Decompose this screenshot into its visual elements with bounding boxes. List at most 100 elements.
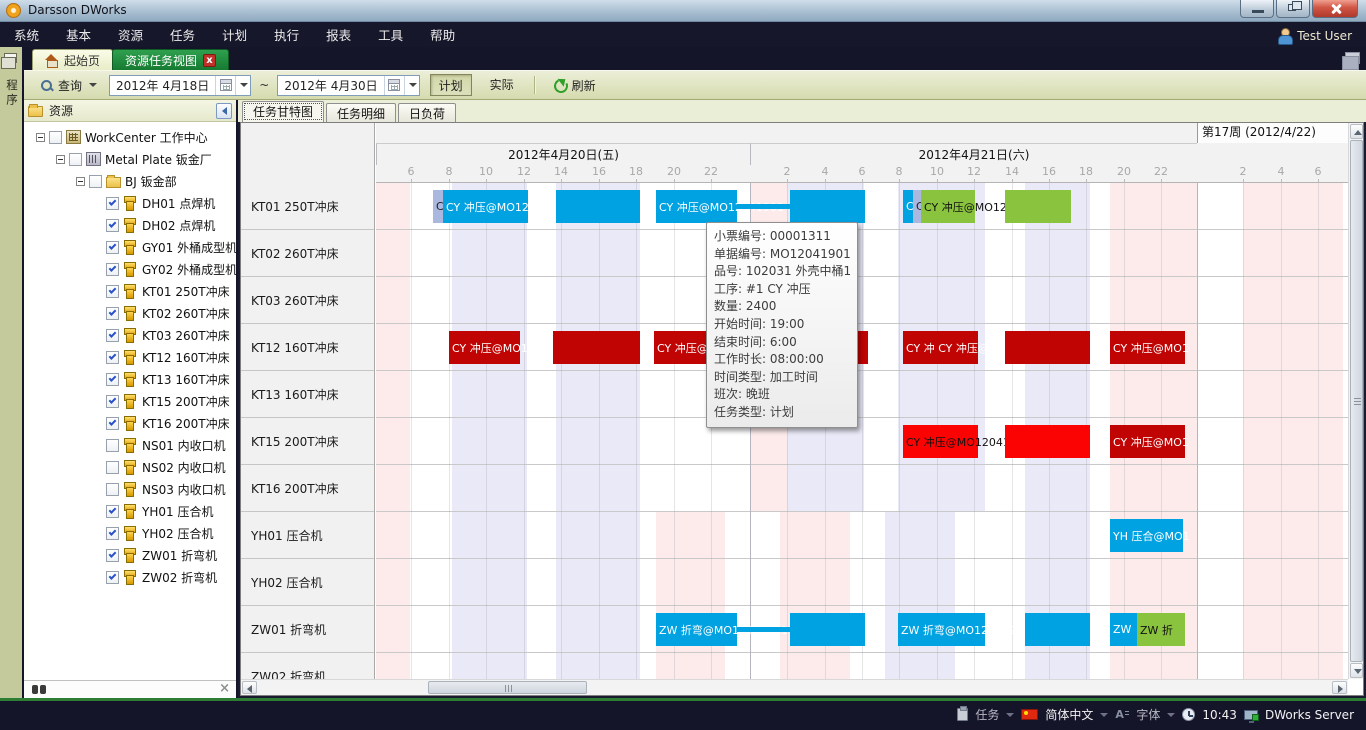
checkbox[interactable] — [106, 395, 119, 408]
find-icon[interactable] — [32, 685, 46, 694]
checkbox[interactable] — [106, 527, 119, 540]
task-bar[interactable]: CY 冲压@MO12041904 — [449, 331, 520, 364]
date-to-dropdown[interactable] — [404, 76, 419, 95]
task-bar[interactable]: CY 冲压@MO1 — [1110, 425, 1185, 458]
query-button[interactable]: 查询 — [34, 75, 103, 96]
checkbox[interactable] — [106, 307, 119, 320]
vertical-scroll-thumb[interactable] — [1350, 140, 1363, 662]
scroll-up-button[interactable] — [1350, 124, 1363, 139]
tree-item[interactable]: KT16 200T冲床 — [24, 412, 236, 434]
view-tab-1[interactable]: 任务明细 — [326, 103, 396, 122]
checkbox[interactable] — [89, 175, 102, 188]
chevron-down-icon[interactable] — [1006, 713, 1014, 717]
task-bar[interactable] — [1005, 331, 1090, 364]
status-language-label[interactable]: 简体中文 — [1045, 706, 1093, 723]
task-bar[interactable] — [1005, 425, 1090, 458]
checkbox[interactable] — [106, 417, 119, 430]
tree-item[interactable]: Metal Plate 钣金厂 — [24, 148, 236, 170]
task-bar[interactable]: CY 冲压@MO12041901 — [443, 190, 528, 223]
checkbox[interactable] — [106, 571, 119, 584]
tree-item[interactable]: ZW02 折弯机 — [24, 566, 236, 588]
task-bar[interactable] — [737, 204, 790, 209]
tree-item[interactable]: YH01 压合机 — [24, 500, 236, 522]
refresh-button[interactable]: 刷新 — [547, 75, 602, 96]
scroll-down-button[interactable] — [1350, 663, 1363, 678]
tree-item[interactable]: KT15 200T冲床 — [24, 390, 236, 412]
task-bar[interactable]: ZW 折 — [1137, 613, 1185, 646]
chevron-down-icon[interactable] — [1100, 713, 1108, 717]
task-bar[interactable]: ZW 折弯@MO12041901 — [656, 613, 737, 646]
vertical-scrollbar[interactable] — [1348, 123, 1363, 679]
tree-item[interactable]: KT02 260T冲床 — [24, 302, 236, 324]
task-bar[interactable]: ZW — [1110, 613, 1137, 646]
actual-toggle-button[interactable]: 实际 — [482, 74, 522, 96]
date-from-dropdown[interactable] — [235, 76, 250, 95]
checkbox[interactable] — [106, 373, 119, 386]
task-bar[interactable] — [790, 613, 865, 646]
tree-item[interactable]: DH01 点焊机 — [24, 192, 236, 214]
tab-start-page[interactable]: 起始页 — [32, 49, 113, 70]
menu-item-执行[interactable]: 执行 — [274, 25, 299, 44]
task-bar[interactable] — [553, 331, 640, 364]
tree-item[interactable]: NS01 内收口机 — [24, 434, 236, 456]
menu-item-系统[interactable]: 系统 — [14, 25, 39, 44]
horizontal-scrollbar[interactable] — [241, 679, 1348, 695]
tab-close-icon[interactable]: x — [203, 54, 216, 67]
program-side-strip[interactable]: 程序 — [0, 47, 24, 698]
task-bar[interactable] — [737, 627, 790, 632]
plan-toggle-button[interactable]: 计划 — [430, 74, 472, 96]
tree-item[interactable]: GY01 外桶成型机 — [24, 236, 236, 258]
restore-button[interactable] — [1276, 0, 1310, 18]
checkbox[interactable] — [106, 219, 119, 232]
date-from-field[interactable]: 2012年 4月18日 — [109, 75, 251, 96]
menu-item-基本[interactable]: 基本 — [66, 25, 91, 44]
tree-item[interactable]: DH02 点焊机 — [24, 214, 236, 236]
task-bar[interactable] — [1025, 613, 1090, 646]
menu-item-计划[interactable]: 计划 — [222, 25, 247, 44]
checkbox[interactable] — [106, 241, 119, 254]
checkbox[interactable] — [106, 483, 119, 496]
menu-item-报表[interactable]: 报表 — [326, 25, 351, 44]
tree-item[interactable]: YH02 压合机 — [24, 522, 236, 544]
tab-resource-task-view[interactable]: 资源任务视图 x — [112, 49, 229, 70]
task-bar[interactable] — [556, 190, 640, 223]
checkbox[interactable] — [106, 329, 119, 342]
view-tab-2[interactable]: 日负荷 — [398, 103, 456, 122]
tree-item[interactable]: NS02 内收口机 — [24, 456, 236, 478]
task-bar[interactable]: YH 压合@MO1 — [1110, 519, 1183, 552]
menu-item-资源[interactable]: 资源 — [118, 25, 143, 44]
tree-item[interactable]: WorkCenter 工作中心 — [24, 126, 236, 148]
task-bar[interactable]: CY 冲压@MO12041903 — [903, 425, 978, 458]
checkbox[interactable] — [69, 153, 82, 166]
close-icon[interactable]: × — [219, 681, 230, 696]
menu-item-任务[interactable]: 任务 — [170, 25, 195, 44]
task-bar[interactable]: CY 冲 CY 冲压@MO12041904 — [903, 331, 978, 364]
expander-icon[interactable] — [76, 177, 85, 186]
checkbox[interactable] — [106, 461, 119, 474]
collapse-panel-button[interactable] — [216, 103, 232, 119]
tree-item[interactable]: GY02 外桶成型机 — [24, 258, 236, 280]
calendar-icon-button[interactable] — [384, 76, 404, 95]
task-bar[interactable]: C — [913, 190, 921, 223]
layout-icon[interactable] — [1345, 52, 1360, 64]
task-bar[interactable]: C — [903, 190, 913, 223]
calendar-icon-button[interactable] — [215, 76, 235, 95]
checkbox[interactable] — [106, 505, 119, 518]
checkbox[interactable] — [106, 549, 119, 562]
expander-icon[interactable] — [56, 155, 65, 164]
status-task-label[interactable]: 任务 — [975, 706, 999, 723]
task-bar[interactable]: CY 冲压@MO1 — [1110, 331, 1185, 364]
task-bar[interactable] — [790, 190, 865, 223]
date-to-field[interactable]: 2012年 4月30日 — [277, 75, 419, 96]
task-bar[interactable]: ZW 折弯@MO12041901 — [898, 613, 985, 646]
task-bar[interactable]: C — [433, 190, 443, 223]
view-tab-0[interactable]: 任务甘特图 — [242, 101, 324, 122]
menu-item-工具[interactable]: 工具 — [378, 25, 403, 44]
chevron-down-icon[interactable] — [1167, 713, 1175, 717]
tree-item[interactable]: KT01 250T冲床 — [24, 280, 236, 302]
status-font-label[interactable]: 字体 — [1136, 706, 1160, 723]
tree-item[interactable]: KT13 160T冲床 — [24, 368, 236, 390]
scroll-left-button[interactable] — [242, 681, 257, 694]
scroll-right-button[interactable] — [1332, 681, 1347, 694]
checkbox[interactable] — [106, 351, 119, 364]
